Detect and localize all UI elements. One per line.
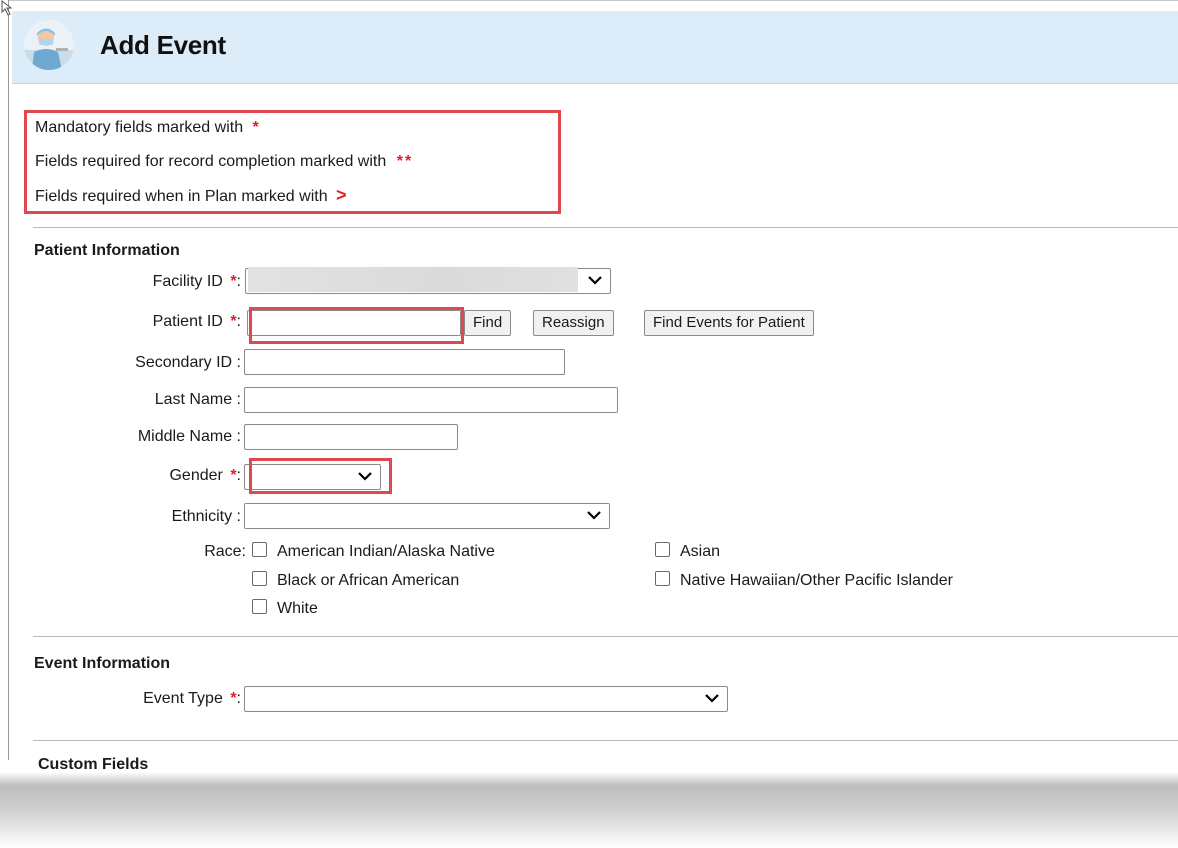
patient-section-title: Patient Information [34,242,180,259]
reassign-button[interactable]: Reassign [533,310,614,336]
divider [33,740,1178,741]
middle-name-label-text: Middle Name [137,428,233,445]
event-type-select[interactable] [244,686,728,712]
chevron-down-icon [705,694,719,703]
last-name-label-text: Last Name [154,391,233,408]
mandatory-marker: * [252,119,259,136]
secondary-id-label: Secondary ID : [135,354,241,371]
gender-label: Gender *: [169,467,241,484]
completion-marker: ** [396,153,414,170]
required-marker: * [230,313,237,330]
race-option-label: American Indian/Alaska Native [277,543,495,560]
legend-plan: Fields required when in Plan marked with… [35,185,347,206]
legend-completion: Fields required for record completion ma… [35,153,413,171]
race-option-label: Native Hawaiian/Other Pacific Islander [680,572,954,589]
legend-mandatory-text: Mandatory fields marked with [35,119,244,136]
race-option-black[interactable]: Black or African American [252,571,459,590]
race-option-native-hawaiian[interactable]: Native Hawaiian/Other Pacific Islander [655,571,953,590]
plan-marker: > [336,185,347,205]
required-marker: * [230,467,237,484]
page-header: Add Event [12,11,1178,84]
checkbox[interactable] [252,542,267,557]
last-name-input[interactable] [244,387,618,413]
surgeon-avatar-icon [24,20,74,70]
last-name-label: Last Name : [154,391,241,408]
race-label: Race: [204,543,246,560]
chevron-down-icon [587,511,601,520]
checkbox[interactable] [252,599,267,614]
window-top-border [8,0,1178,1]
middle-name-input[interactable] [244,424,458,450]
patient-id-label: Patient ID *: [152,313,241,330]
facility-id-label-text: Facility ID [152,273,223,290]
find-button[interactable]: Find [464,310,512,336]
checkbox[interactable] [252,571,267,586]
middle-name-label: Middle Name : [137,428,241,445]
ethnicity-select[interactable] [244,503,610,529]
race-option-white[interactable]: White [252,599,318,618]
screenshot-edge-fade [0,772,1178,848]
find-events-button[interactable]: Find Events for Patient [644,310,814,336]
race-option-label: Asian [680,543,721,560]
event-type-label-text: Event Type [143,690,223,707]
secondary-id-label-text: Secondary ID [135,354,233,371]
race-option-label: White [277,600,318,617]
facility-id-label: Facility ID *: [152,273,241,290]
checkbox[interactable] [655,542,670,557]
race-option-label: Black or African American [277,572,460,589]
patient-id-label-text: Patient ID [152,313,223,330]
redacted-value [248,267,578,292]
window-left-border [8,0,9,760]
page-title: Add Event [100,30,226,60]
event-type-label: Event Type *: [143,690,241,707]
race-option-asian[interactable]: Asian [655,542,720,561]
legend-completion-text: Fields required for record completion ma… [35,153,387,170]
secondary-id-input[interactable] [244,349,565,375]
ethnicity-label: Ethnicity : [171,508,241,525]
gender-label-text: Gender [169,467,223,484]
event-section-title: Event Information [34,655,171,672]
ethnicity-label-text: Ethnicity [171,508,233,525]
legend-mandatory: Mandatory fields marked with * [35,119,259,137]
facility-id-select[interactable] [245,267,611,294]
custom-fields-section-title: Custom Fields [38,756,149,773]
required-marker: * [230,273,237,290]
checkbox[interactable] [655,571,670,586]
divider [33,636,1178,637]
divider [33,227,1178,228]
gender-highlight [249,458,392,494]
chevron-down-icon [588,276,602,285]
required-marker: * [230,690,237,707]
patient-id-highlight [249,307,464,344]
race-option-american-indian[interactable]: American Indian/Alaska Native [252,542,495,561]
legend-plan-text: Fields required when in Plan marked with [35,188,328,205]
